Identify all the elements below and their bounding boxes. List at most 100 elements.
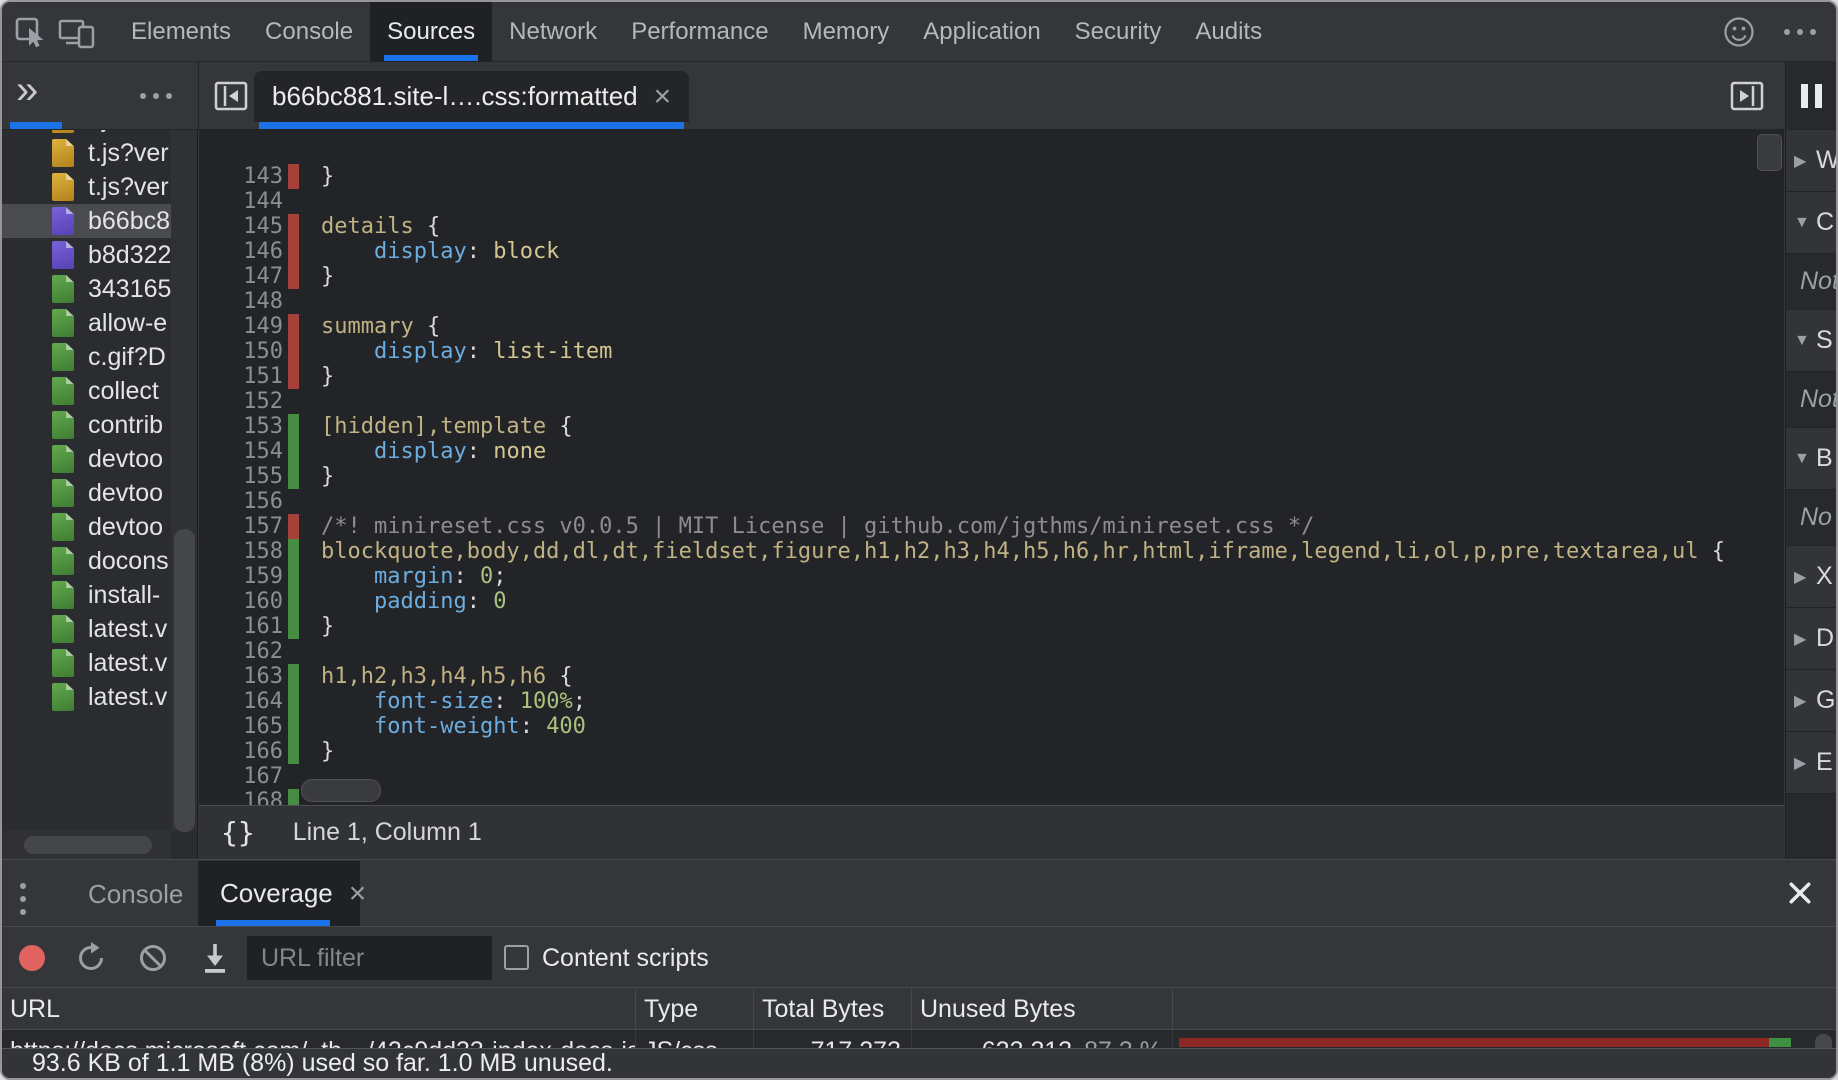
- line-number[interactable]: 162: [199, 639, 283, 664]
- line-number[interactable]: 148: [199, 289, 283, 314]
- stop-recording-button[interactable]: [19, 945, 45, 971]
- debugger-section-e[interactable]: ▶E: [1786, 732, 1836, 794]
- file-tree-item[interactable]: devtoo: [2, 442, 171, 476]
- panel-tab-security[interactable]: Security: [1058, 2, 1179, 62]
- panel-tab-sources[interactable]: Sources: [370, 2, 492, 62]
- navigator-horizontal-scrollbar[interactable]: [2, 831, 171, 859]
- code-viewport[interactable]: 143}144145details {146 display: block147…: [199, 130, 1784, 805]
- file-tree-item[interactable]: install-: [2, 578, 171, 612]
- line-number[interactable]: 146: [199, 239, 283, 264]
- file-tree-item[interactable]: devtoo: [2, 476, 171, 510]
- debugger-section-d[interactable]: ▶D: [1786, 608, 1836, 670]
- line-number[interactable]: 165: [199, 714, 283, 739]
- code-text[interactable]: font-size: 100%;: [321, 689, 586, 714]
- close-drawer-icon[interactable]: [1786, 879, 1814, 907]
- code-text[interactable]: h1,h2,h3,h4,h5,h6 {: [321, 664, 573, 689]
- line-number[interactable]: 160: [199, 589, 283, 614]
- file-tree-item[interactable]: allow-e: [2, 306, 171, 340]
- close-coverage-tab-icon[interactable]: ×: [349, 879, 367, 909]
- panel-tab-application[interactable]: Application: [906, 2, 1057, 62]
- column-header-total-bytes[interactable]: Total Bytes: [754, 989, 912, 1029]
- file-tree-item[interactable]: t.js?ver: [2, 170, 171, 204]
- line-number[interactable]: 152: [199, 389, 283, 414]
- file-tree-item[interactable]: t.js?ver: [2, 136, 171, 170]
- show-debugger-sidebar-icon[interactable]: [1730, 80, 1764, 112]
- panel-tab-performance[interactable]: Performance: [614, 2, 785, 62]
- line-number[interactable]: 158: [199, 539, 283, 564]
- scrollbar-thumb[interactable]: [24, 836, 152, 854]
- line-number[interactable]: 150: [199, 339, 283, 364]
- panel-tab-console[interactable]: Console: [248, 2, 370, 62]
- navigator-vertical-scrollbar[interactable]: [171, 130, 197, 831]
- code-text[interactable]: }: [321, 364, 334, 389]
- line-number[interactable]: 161: [199, 614, 283, 639]
- column-header-url[interactable]: URL: [2, 989, 636, 1029]
- editor-horizontal-scrollbar-thumb[interactable]: [301, 779, 381, 802]
- file-tree-item[interactable]: latest.v: [2, 646, 171, 680]
- panel-tab-network[interactable]: Network: [492, 2, 614, 62]
- code-text[interactable]: padding: 0: [321, 589, 506, 614]
- file-tree-item[interactable]: c.gif?D: [2, 340, 171, 374]
- code-text[interactable]: }: [321, 739, 334, 764]
- editor-file-tab[interactable]: b66bc881.site-l….css:formatted ×: [254, 71, 689, 122]
- file-tree-item[interactable]: 343165: [2, 272, 171, 306]
- column-header-type[interactable]: Type: [636, 989, 754, 1029]
- code-text[interactable]: }: [321, 164, 334, 189]
- file-tree-item[interactable]: b8d322: [2, 238, 171, 272]
- pretty-print-icon[interactable]: {}: [221, 816, 255, 849]
- scrollbar-thumb[interactable]: [174, 529, 195, 832]
- drawer-menu-icon[interactable]: [20, 883, 26, 915]
- content-scripts-checkbox[interactable]: [504, 945, 529, 970]
- line-number[interactable]: 156: [199, 489, 283, 514]
- column-header-unused-bytes[interactable]: Unused Bytes: [912, 989, 1173, 1029]
- line-number[interactable]: 167: [199, 764, 283, 789]
- code-text[interactable]: display: none: [321, 439, 546, 464]
- line-number[interactable]: 154: [199, 439, 283, 464]
- file-tree-item[interactable]: latest.v: [2, 612, 171, 646]
- code-text[interactable]: }: [321, 464, 334, 489]
- navigator-overflow-menu-icon[interactable]: [140, 93, 172, 99]
- line-number[interactable]: 153: [199, 414, 283, 439]
- file-tree-item[interactable]: devtoo: [2, 510, 171, 544]
- debugger-section-c[interactable]: ▼C: [1786, 192, 1836, 254]
- line-number[interactable]: 151: [199, 364, 283, 389]
- panel-tab-audits[interactable]: Audits: [1178, 2, 1279, 62]
- code-text[interactable]: }: [321, 614, 334, 639]
- url-filter-input[interactable]: [247, 936, 492, 980]
- inspect-element-icon[interactable]: [14, 16, 48, 50]
- device-toolbar-icon[interactable]: [58, 16, 96, 50]
- line-number[interactable]: 163: [199, 664, 283, 689]
- line-number[interactable]: 149: [199, 314, 283, 339]
- line-number[interactable]: 164: [199, 689, 283, 714]
- code-text[interactable]: display: block: [321, 239, 559, 264]
- line-number[interactable]: 168: [199, 789, 283, 805]
- line-number[interactable]: 143: [199, 164, 283, 189]
- drawer-tab-console[interactable]: Console: [88, 861, 183, 927]
- debugger-section-w[interactable]: ▶W: [1786, 130, 1836, 192]
- export-download-icon[interactable]: [197, 940, 233, 976]
- line-number[interactable]: 166: [199, 739, 283, 764]
- file-tree-item[interactable]: latest.v: [2, 680, 171, 714]
- line-number[interactable]: 157: [199, 514, 283, 539]
- debugger-section-g[interactable]: ▶G: [1786, 670, 1836, 732]
- line-number[interactable]: 159: [199, 564, 283, 589]
- line-number[interactable]: 147: [199, 264, 283, 289]
- file-tree-item[interactable]: contrib: [2, 408, 171, 442]
- code-text[interactable]: }: [321, 264, 334, 289]
- hide-navigator-icon[interactable]: [214, 80, 248, 112]
- reload-icon[interactable]: [73, 940, 109, 976]
- drawer-tab-coverage[interactable]: Coverage ×: [198, 861, 360, 926]
- code-text[interactable]: blockquote,body,dd,dl,dt,fieldset,figure…: [321, 539, 1725, 564]
- pause-script-execution-button[interactable]: [1785, 62, 1836, 129]
- file-tree-item[interactable]: b66bc8: [2, 204, 171, 238]
- code-text[interactable]: details {: [321, 214, 440, 239]
- debugger-section-x[interactable]: ▶X: [1786, 546, 1836, 608]
- panel-tab-memory[interactable]: Memory: [786, 2, 907, 62]
- more-menu-icon[interactable]: [1784, 29, 1816, 35]
- code-text[interactable]: font-weight: 400: [321, 714, 586, 739]
- line-number[interactable]: 155: [199, 464, 283, 489]
- file-tree-item[interactable]: collect: [2, 374, 171, 408]
- clear-icon[interactable]: [135, 940, 171, 976]
- panel-tab-elements[interactable]: Elements: [114, 2, 248, 62]
- debugger-section-b[interactable]: ▼B: [1786, 428, 1836, 490]
